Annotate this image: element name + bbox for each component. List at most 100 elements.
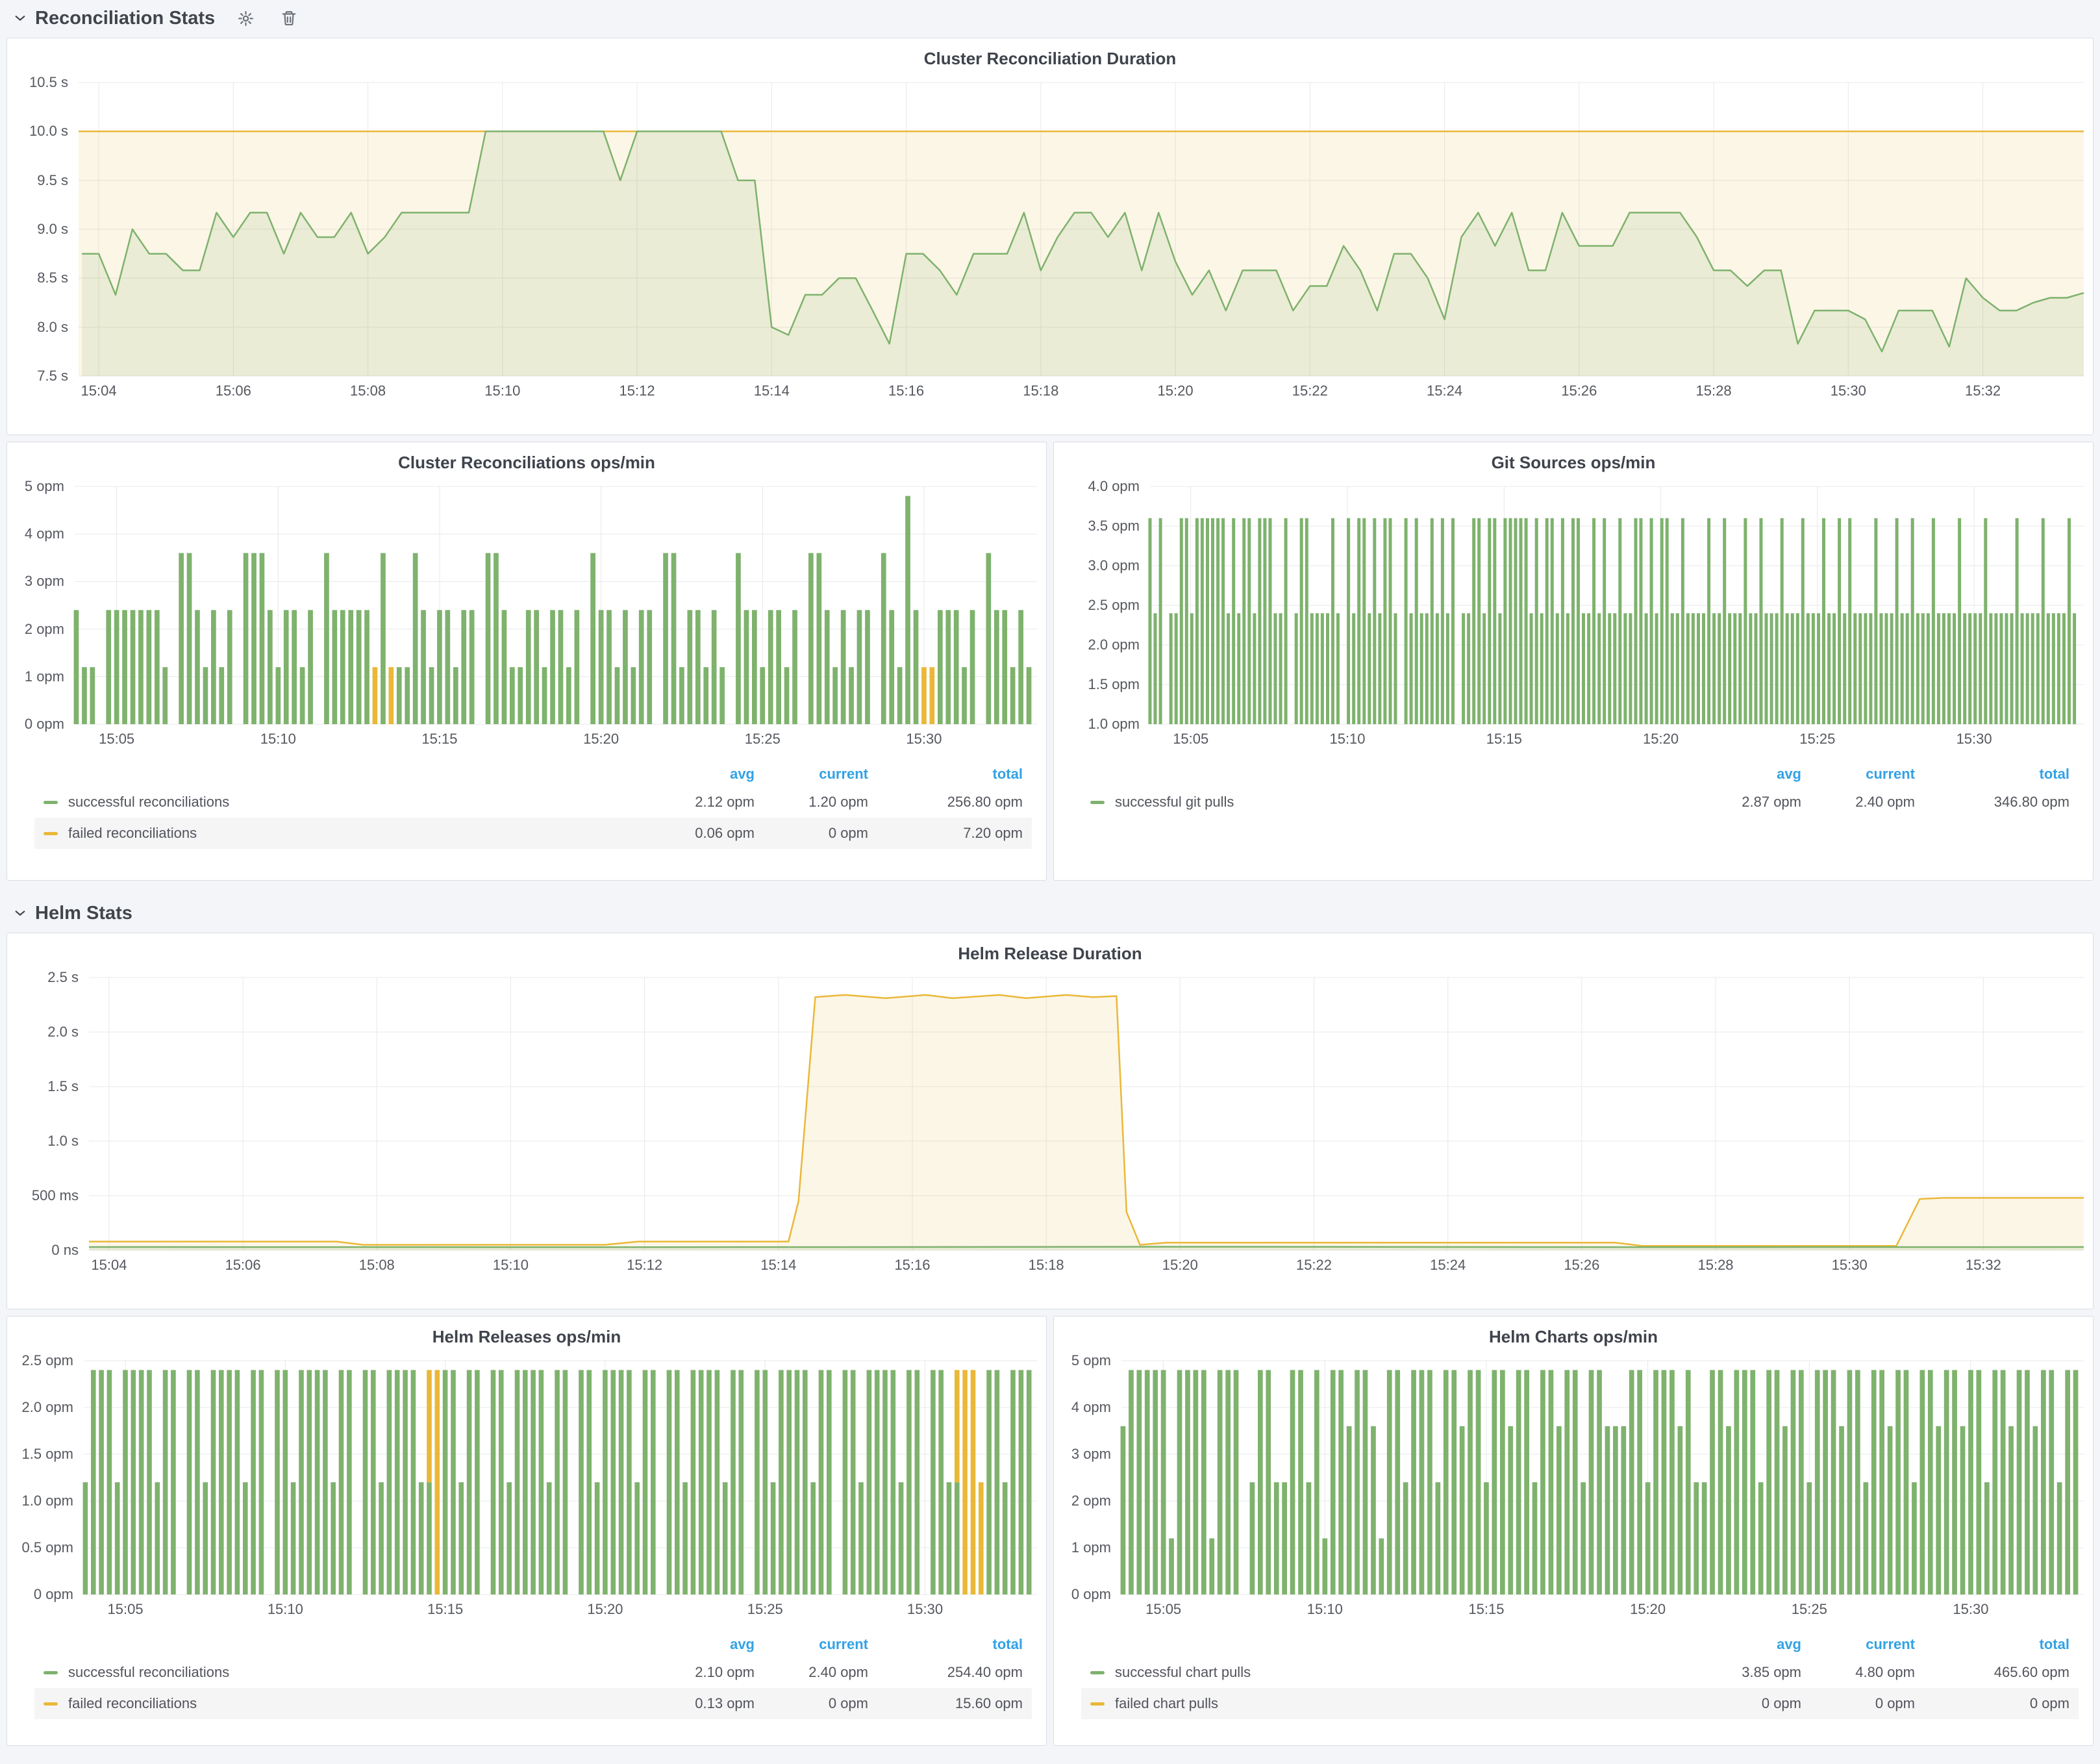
chart-plot-area[interactable]: [1150, 486, 2084, 724]
legend-series-row: successful reconciliations2.10 opm2.40 o…: [34, 1657, 1032, 1688]
x-axis-label: 15:16: [888, 383, 924, 399]
series-color-marker-icon: [44, 801, 58, 804]
y-axis-label: 2.5 s: [47, 969, 79, 986]
y-axis: 2.5 s2.0 s1.5 s1.0 s500 ms0 ns: [16, 977, 89, 1250]
panel-title[interactable]: Cluster Reconciliation Duration: [16, 44, 2084, 73]
chart-plot-area[interactable]: [89, 977, 2084, 1250]
gear-icon[interactable]: [237, 10, 255, 27]
y-axis-label: 0.5 opm: [22, 1539, 74, 1556]
x-axis-label: 15:25: [1792, 1601, 1827, 1618]
y-axis-label: 8.0 s: [37, 319, 68, 336]
legend-total-value: 0 opm: [1915, 1695, 2069, 1712]
x-axis: 15:0415:0615:0815:1015:1215:1415:1615:18…: [89, 1250, 2084, 1278]
x-axis-label: 15:12: [619, 383, 655, 399]
chart-plot-area[interactable]: [1121, 1361, 2084, 1594]
x-axis-label: 15:20: [1643, 731, 1679, 748]
y-axis-label: 8.5 s: [37, 270, 68, 286]
legend-header-total[interactable]: total: [1915, 766, 2069, 783]
legend-current-value: 0 opm: [755, 825, 868, 842]
legend-total-value: 254.40 opm: [868, 1664, 1023, 1681]
y-axis-label: 0 opm: [25, 716, 64, 733]
y-axis-label: 5 opm: [25, 478, 64, 495]
y-axis-label: 2 opm: [25, 621, 64, 638]
x-axis: 15:0515:1015:1515:2015:2515:30: [75, 724, 1037, 751]
y-axis-label: 2.0 s: [47, 1024, 79, 1040]
series-color-marker-icon: [1090, 1702, 1105, 1706]
legend-header-current[interactable]: current: [1801, 1636, 1915, 1653]
chart-plot-area[interactable]: [84, 1361, 1037, 1594]
y-axis-label: 3.0 opm: [1088, 557, 1140, 574]
section-toggle-helm[interactable]: Helm Stats: [14, 903, 132, 924]
x-axis-label: 15:08: [359, 1257, 395, 1274]
legend-avg-value: 2.12 opm: [641, 794, 755, 811]
legend-series-label: failed reconciliations: [68, 825, 197, 842]
panel-title[interactable]: Git Sources ops/min: [1063, 447, 2084, 477]
x-axis-label: 15:30: [1832, 1257, 1868, 1274]
x-axis-label: 15:14: [754, 383, 790, 399]
y-axis: 4.0 opm3.5 opm3.0 opm2.5 opm2.0 opm1.5 o…: [1063, 486, 1150, 724]
trash-icon[interactable]: [281, 10, 297, 27]
legend-series-row: failed reconciliations0.06 opm0 opm7.20 …: [34, 818, 1032, 849]
legend-header-current[interactable]: current: [755, 766, 868, 783]
legend-current-value: 4.80 opm: [1801, 1664, 1915, 1681]
legend-series-toggle[interactable]: successful chart pulls: [1090, 1664, 1688, 1681]
panel-cluster-reconciliations-opm: Cluster Reconciliations ops/min 5 opm4 o…: [6, 442, 1047, 881]
legend-series-label: successful reconciliations: [68, 1664, 229, 1681]
y-axis-label: 0 opm: [34, 1586, 73, 1603]
legend-series-toggle[interactable]: failed chart pulls: [1090, 1695, 1688, 1712]
x-axis-label: 15:22: [1292, 383, 1328, 399]
legend-header-avg[interactable]: avg: [641, 1636, 755, 1653]
chart-plot-area[interactable]: [79, 82, 2084, 376]
y-axis: 5 opm4 opm3 opm2 opm1 opm0 opm: [16, 486, 75, 724]
section-toggle-reconciliation[interactable]: Reconciliation Stats: [14, 8, 215, 29]
legend-header-total[interactable]: total: [1915, 1636, 2069, 1653]
legend-header-avg[interactable]: avg: [1688, 1636, 1801, 1653]
x-axis-label: 15:10: [260, 731, 296, 748]
panel-title[interactable]: Helm Release Duration: [16, 939, 2084, 968]
legend-series-toggle[interactable]: successful reconciliations: [44, 794, 641, 811]
x-axis-label: 15:15: [421, 731, 457, 748]
x-axis: 15:0415:0615:0815:1015:1215:1415:1615:18…: [79, 376, 2084, 403]
x-axis-label: 15:25: [747, 1601, 783, 1618]
series-color-marker-icon: [44, 832, 58, 835]
legend-series-row: successful reconciliations2.12 opm1.20 o…: [34, 787, 1032, 818]
y-axis-label: 1.0 opm: [1088, 716, 1140, 733]
x-axis-label: 15:15: [1486, 731, 1522, 748]
panel-title[interactable]: Cluster Reconciliations ops/min: [16, 447, 1037, 477]
y-axis-label: 3 opm: [1071, 1446, 1111, 1463]
y-axis-label: 1.0 opm: [22, 1493, 74, 1509]
x-axis-label: 15:16: [894, 1257, 930, 1274]
section-title: Helm Stats: [35, 903, 132, 924]
y-axis-label: 2.5 opm: [22, 1352, 74, 1369]
legend-series-toggle[interactable]: failed reconciliations: [44, 825, 641, 842]
x-axis-label: 15:06: [216, 383, 251, 399]
x-axis-label: 15:10: [1329, 731, 1365, 748]
panel-title[interactable]: Helm Releases ops/min: [16, 1322, 1037, 1352]
y-axis: 10.5 s10.0 s9.5 s9.0 s8.5 s8.0 s7.5 s: [16, 82, 79, 376]
legend-header-total[interactable]: total: [868, 1636, 1023, 1653]
legend-current-value: 2.40 opm: [755, 1664, 868, 1681]
legend-header-row: avgcurrenttotal: [34, 762, 1032, 787]
legend-header-avg[interactable]: avg: [1688, 766, 1801, 783]
legend-header-avg[interactable]: avg: [641, 766, 755, 783]
legend-header-current[interactable]: current: [1801, 766, 1915, 783]
x-axis-label: 15:28: [1696, 383, 1732, 399]
legend-header-current[interactable]: current: [755, 1636, 868, 1653]
y-axis-label: 500 ms: [32, 1187, 79, 1204]
legend-header-row: avgcurrenttotal: [1081, 762, 2079, 787]
legend-series-toggle[interactable]: successful git pulls: [1090, 794, 1688, 811]
legend-series-label: failed reconciliations: [68, 1695, 197, 1712]
legend-header-total[interactable]: total: [868, 766, 1023, 783]
legend-series-toggle[interactable]: successful reconciliations: [44, 1664, 641, 1681]
x-axis-label: 15:20: [1158, 383, 1194, 399]
legend-series-toggle[interactable]: failed reconciliations: [44, 1695, 641, 1712]
chart-plot-area[interactable]: [75, 486, 1037, 724]
y-axis-label: 7.5 s: [37, 368, 68, 384]
series-color-marker-icon: [1090, 801, 1105, 804]
legend-current-value: 0 opm: [755, 1695, 868, 1712]
legend-series-row: failed chart pulls0 opm0 opm0 opm: [1081, 1688, 2079, 1719]
x-axis-label: 15:30: [907, 1601, 943, 1618]
legend-total-value: 465.60 opm: [1915, 1664, 2069, 1681]
y-axis-label: 10.5 s: [29, 74, 68, 91]
panel-title[interactable]: Helm Charts ops/min: [1063, 1322, 2084, 1352]
